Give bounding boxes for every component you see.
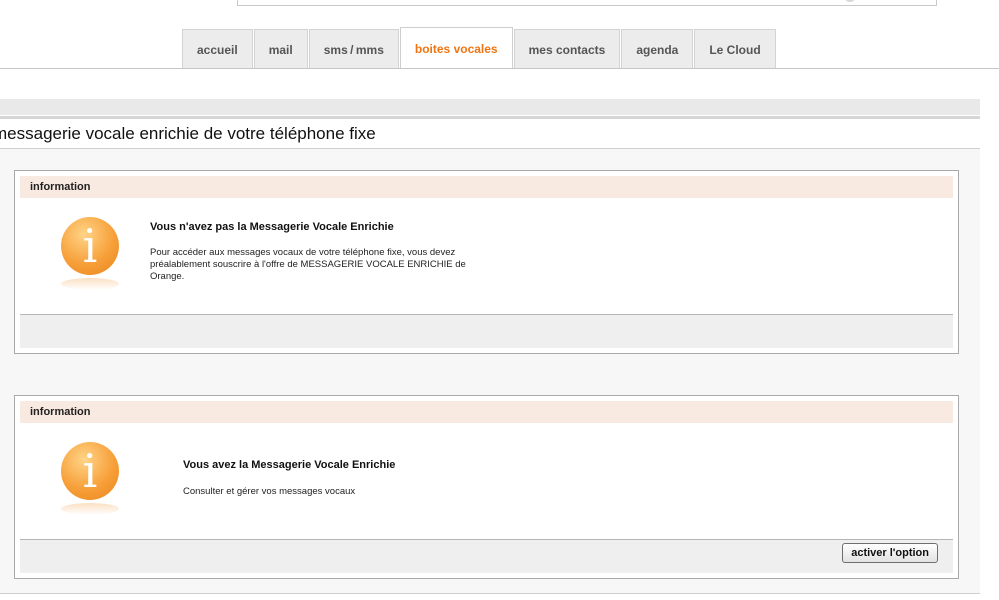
tab-agenda[interactable]: agenda <box>621 29 694 69</box>
info-icon: i <box>61 217 119 275</box>
panel-footer <box>20 314 953 348</box>
info-icon-reflection <box>61 278 119 290</box>
tab-mail[interactable]: mail <box>253 29 308 69</box>
tab-accueil[interactable]: accueil <box>182 29 253 69</box>
tab-mes-contacts[interactable]: mes contacts <box>513 29 621 69</box>
activate-option-button[interactable]: activer l'option <box>842 543 938 563</box>
toolbar-band <box>0 99 980 115</box>
page-title: messagerie vocale enrichie de votre télé… <box>0 124 376 143</box>
message-title: Vous n'avez pas la Messagerie Vocale Enr… <box>150 221 394 233</box>
main-nav-tabs: accueil mail sms / mms boites vocales me… <box>182 27 777 69</box>
info-icon-reflection <box>61 503 119 515</box>
panel-footer: activer l'option <box>20 539 953 573</box>
tab-sms-mms[interactable]: sms / mms <box>308 29 399 69</box>
panel-header: information <box>20 401 953 423</box>
tabs-divider <box>0 68 999 69</box>
bottom-divider <box>0 593 980 594</box>
tab-le-cloud[interactable]: Le Cloud <box>694 29 776 69</box>
message-title: Vous avez la Messagerie Vocale Enrichie <box>183 459 396 471</box>
info-panel-subscribed: information i Vous avez la Messagerie Vo… <box>14 395 959 579</box>
toolbar-band-border <box>0 116 980 119</box>
search-icon[interactable] <box>844 0 856 2</box>
message-body: Pour accéder aux messages vocaux de votr… <box>150 247 466 282</box>
panel-header: information <box>20 176 953 198</box>
search-input[interactable] <box>237 0 937 6</box>
message-body: Consulter et gérer vos messages vocaux <box>183 486 356 497</box>
info-icon: i <box>61 442 119 500</box>
info-panel-no-subscription: information i Vous n'avez pas la Message… <box>14 170 959 354</box>
tab-boites-vocales[interactable]: boites vocales <box>399 27 513 69</box>
